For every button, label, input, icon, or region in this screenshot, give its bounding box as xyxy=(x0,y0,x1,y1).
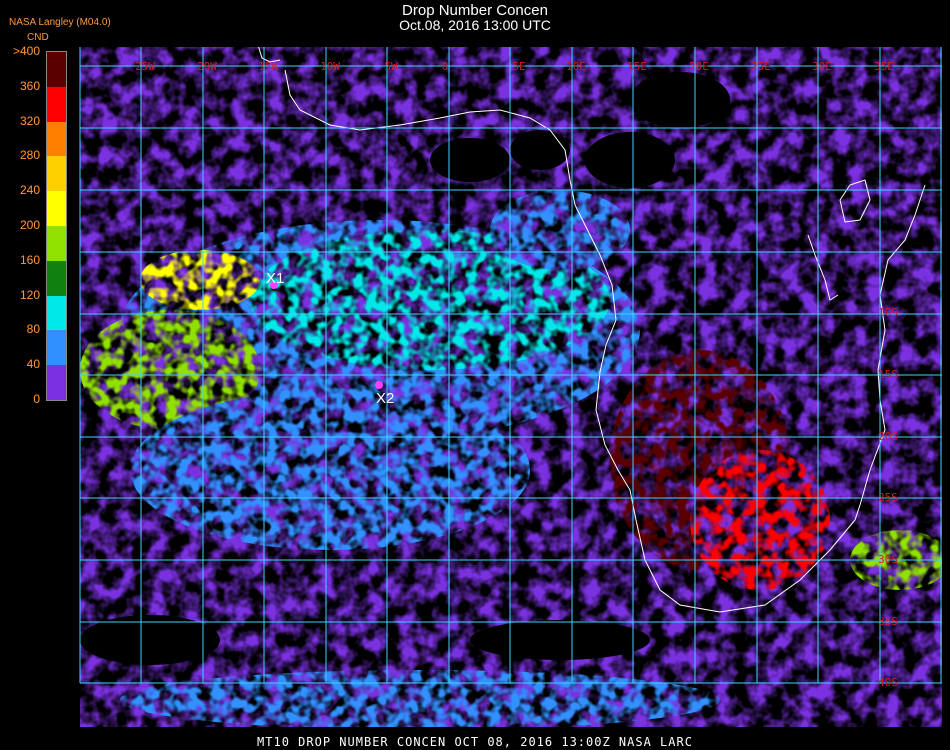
color-bar-tick-label: 360 xyxy=(19,78,40,93)
source-label: NASA Langley (M04.0) xyxy=(9,17,111,28)
color-bar xyxy=(46,51,67,401)
legend-unit: CND xyxy=(27,32,49,43)
color-bar-tick-label: 200 xyxy=(19,218,40,232)
chart-subtitle: Oct.08, 2016 13:00 UTC xyxy=(399,17,551,33)
color-bar-tick-label: 320 xyxy=(19,113,40,128)
color-bar-band xyxy=(47,225,66,261)
color-bar-tick-label: 160 xyxy=(19,252,40,267)
color-bar-band xyxy=(47,330,66,366)
color-bar-band xyxy=(47,295,66,331)
footer-caption: MT10 DROP NUMBER CONCEN OCT 08, 2016 13:… xyxy=(257,735,693,749)
lon-label: 35E xyxy=(874,60,894,73)
marker-x1-label: X1 xyxy=(266,270,284,287)
lon-label: 0 xyxy=(442,60,449,73)
color-bar-tick-label: >400 xyxy=(12,44,40,58)
lon-label: 20W xyxy=(197,60,217,73)
lat-label: 25S xyxy=(878,491,898,504)
lat-label: 10S xyxy=(878,306,898,319)
lon-label: 25W xyxy=(135,60,155,73)
lon-label: 30E xyxy=(812,60,832,73)
lon-label: 20E xyxy=(689,60,709,73)
lat-label: 40S xyxy=(878,676,898,689)
lon-label: 15E xyxy=(627,60,647,73)
color-bar-tick-label: 240 xyxy=(19,183,40,198)
lon-label: 5E xyxy=(512,60,525,73)
color-bar-band xyxy=(47,191,66,226)
lon-label: 5W xyxy=(384,60,398,73)
color-bar-tick-label: 80 xyxy=(26,322,40,337)
lat-label: 15S xyxy=(878,368,898,381)
lon-label: 25E xyxy=(751,60,771,73)
color-bar-band xyxy=(47,86,66,122)
color-bar-tick-label: 120 xyxy=(19,287,40,302)
marker-x2-dot xyxy=(375,381,383,389)
lon-label: 15W xyxy=(258,60,278,73)
color-bar-band xyxy=(47,156,66,192)
marker-x2-label: X2 xyxy=(376,390,394,407)
lat-label: 30S xyxy=(878,553,898,566)
lat-label: 20S xyxy=(878,430,898,443)
color-bar-band xyxy=(47,52,66,87)
lon-label: 10E xyxy=(566,60,586,73)
color-bar-tick-label: 0 xyxy=(33,392,40,406)
color-bar-tick-label: 40 xyxy=(26,357,40,372)
cloud-field xyxy=(80,47,942,727)
lat-label: 35S xyxy=(878,615,898,628)
color-bar-band xyxy=(47,260,66,296)
map-canvas: 25W 20W 15W 10W 5W 0 5E 10E 15E 20E 25E 30E 35E 10S 15… xyxy=(79,47,942,727)
lon-label: 10W xyxy=(320,60,340,73)
color-bar-band xyxy=(47,365,66,400)
color-bar-tick-label: 280 xyxy=(19,148,40,163)
color-bar-band xyxy=(47,121,66,157)
